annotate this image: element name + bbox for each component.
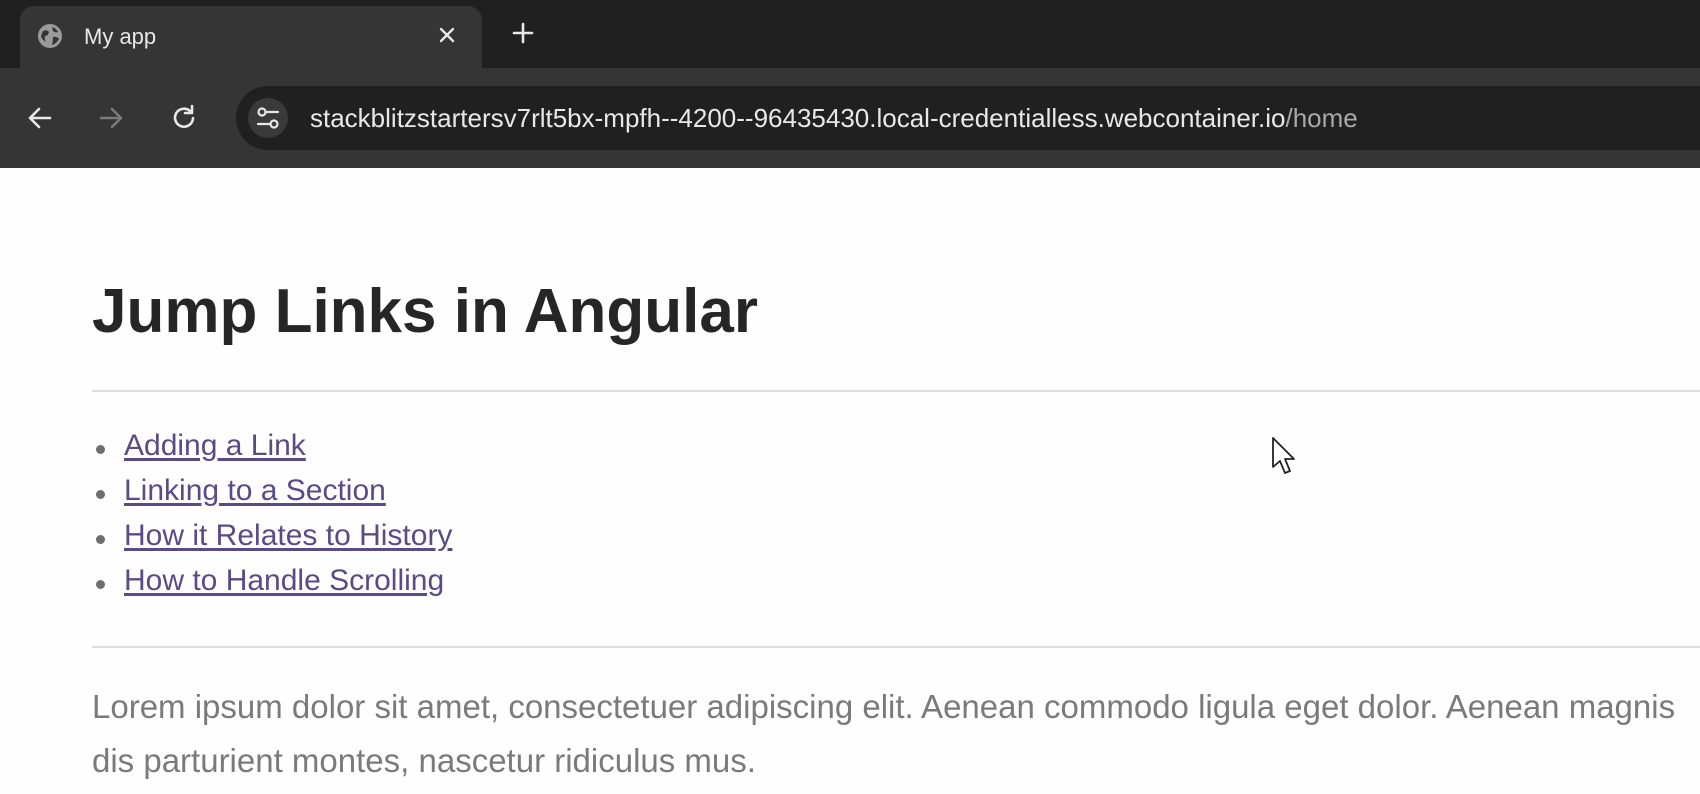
list-item: Adding a Link [92,428,452,473]
site-info-button[interactable] [248,98,288,138]
bullet [96,490,105,499]
list-item: Linking to a Section [92,473,452,518]
link-how-to-handle-scrolling[interactable]: How to Handle Scrolling [124,564,444,597]
jump-links-list: Adding a Link Linking to a Section How i… [92,428,452,608]
page-title: Jump Links in Angular [92,277,758,346]
browser-toolbar: stackblitzstartersv7rlt5bx-mpfh--4200--9… [0,68,1700,168]
bullet [96,580,105,589]
tab-strip: My app [0,0,1700,68]
page-content: Jump Links in Angular Adding a Link Link… [0,168,1700,794]
close-icon[interactable] [436,24,458,46]
tab-title: My app [84,24,157,49]
bullet [96,535,105,544]
arrow-left-icon[interactable] [23,101,57,135]
arrow-right-icon[interactable] [94,101,128,135]
bullet [96,445,105,454]
list-item: How to Handle Scrolling [92,563,452,608]
url-path: /home [1285,103,1358,133]
plus-icon[interactable] [510,20,536,46]
browser-tab[interactable]: My app [20,6,482,68]
link-how-it-relates-to-history[interactable]: How it Relates to History [124,519,452,552]
list-item: How it Relates to History [92,518,452,563]
url-host: stackblitzstartersv7rlt5bx-mpfh--4200--9… [310,103,1286,133]
body-paragraph: Lorem ipsum dolor sit amet, consectetuer… [92,688,1676,779]
address-bar[interactable]: stackblitzstartersv7rlt5bx-mpfh--4200--9… [236,86,1700,150]
mouse-cursor-icon [1272,437,1295,474]
link-adding-a-link[interactable]: Adding a Link [124,429,306,462]
link-linking-to-a-section[interactable]: Linking to a Section [124,474,386,507]
url-text: stackblitzstartersv7rlt5bx-mpfh--4200--9… [310,102,1358,134]
divider [92,646,1700,648]
globe-icon [38,24,62,48]
divider [92,390,1700,392]
tune-icon [256,107,280,129]
reload-icon[interactable] [167,101,201,135]
